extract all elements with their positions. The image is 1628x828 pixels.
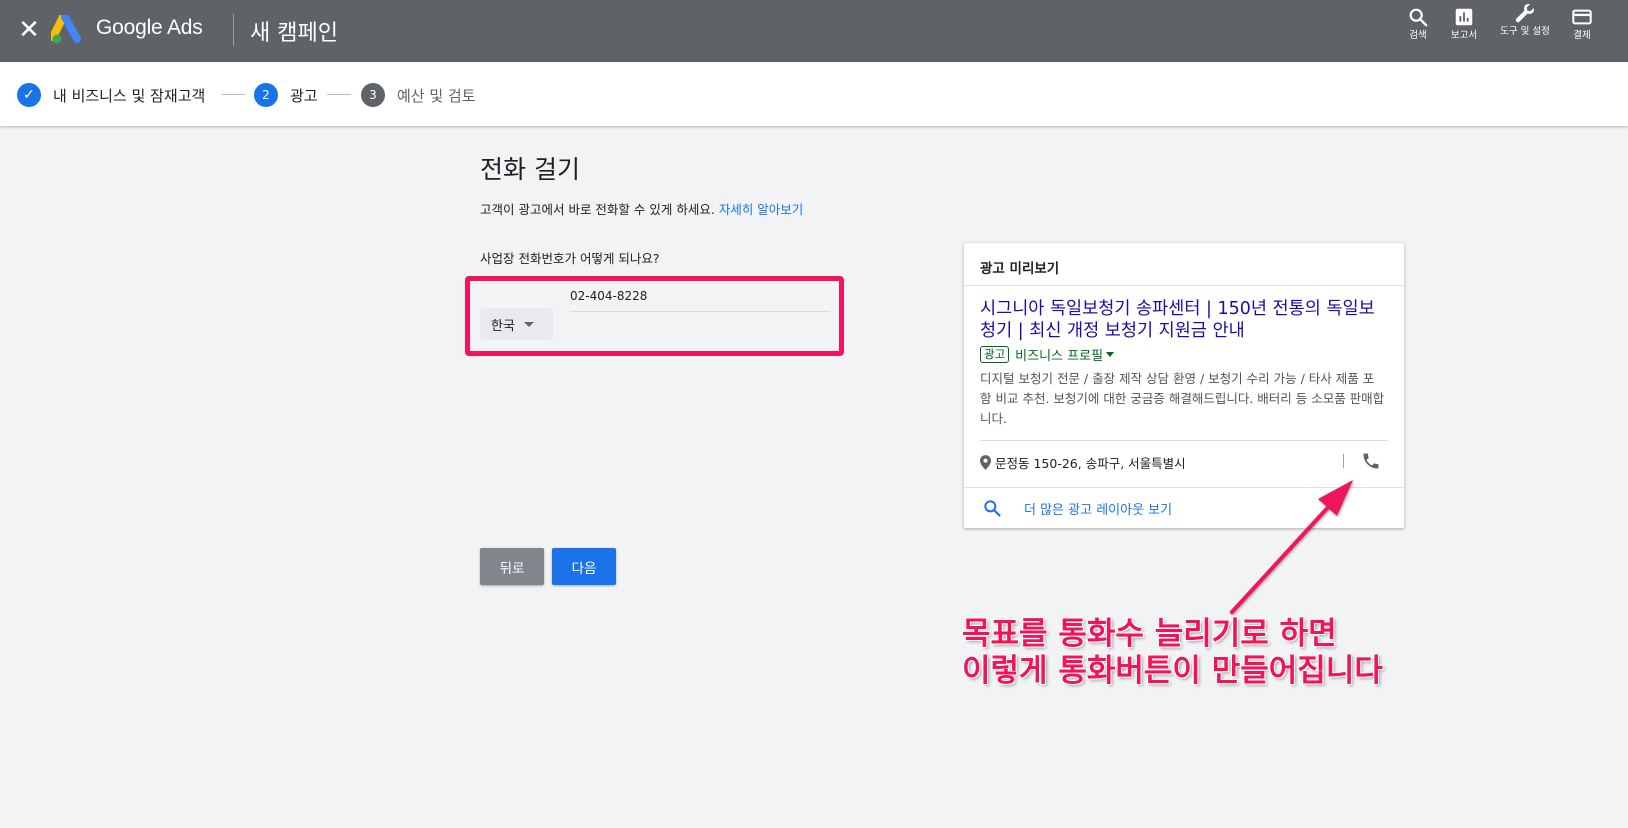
more-ad-layouts-label: 더 많은 광고 레이아웃 보기 bbox=[1024, 502, 1173, 518]
campaign-stepper: ✓ 내 비즈니스 및 잠재고객 2 광고 3 예산 및 검토 bbox=[0, 62, 1628, 126]
ad-badge: 광고 bbox=[980, 346, 1010, 363]
caret-down-icon bbox=[1106, 352, 1115, 357]
country-select[interactable]: 한국 bbox=[480, 308, 553, 340]
tools-settings-label: 도구 및 설정 bbox=[1500, 26, 1550, 37]
section-description: 고객이 광고에서 바로 전화할 수 있게 하세요. 자세히 알아보기 bbox=[480, 199, 803, 218]
annotation-line-2: 이렇게 통화버튼이 만들어집니다 bbox=[962, 653, 1383, 689]
back-button[interactable]: 뒤로 bbox=[480, 548, 544, 585]
step-connector bbox=[327, 94, 351, 95]
caret-down-icon bbox=[523, 321, 534, 327]
top-app-bar: ✕ Google Ads 새 캠페인 검색 보고서 도구 및 설정 결제 bbox=[0, 0, 1628, 62]
search-icon bbox=[1409, 8, 1428, 27]
description-text: 고객이 광고에서 바로 전화할 수 있게 하세요. bbox=[480, 202, 715, 217]
brand-name: Google Ads bbox=[96, 16, 203, 39]
step-label: 예산 및 검토 bbox=[397, 86, 476, 105]
reports-tool-label: 보고서 bbox=[1450, 30, 1478, 41]
ad-location-extension[interactable]: 문정동 150-26, 송파구, 서울특별시 bbox=[980, 453, 1186, 472]
step-label: 내 비즈니스 및 잠재고객 bbox=[53, 86, 206, 105]
tools-settings-button[interactable]: 도구 및 설정 bbox=[1496, 2, 1554, 37]
bar-chart-icon bbox=[1455, 8, 1473, 26]
close-button[interactable]: ✕ bbox=[14, 13, 44, 47]
wrench-icon bbox=[1515, 4, 1534, 23]
ad-description: 디지털 보청기 전문 / 출장 제작 상담 환영 / 보청기 수리 가능 / 타… bbox=[980, 371, 1385, 426]
step-completed-check-icon: ✓ bbox=[17, 83, 41, 107]
step-connector bbox=[221, 94, 245, 95]
reports-tool-button[interactable]: 보고서 bbox=[1434, 6, 1494, 41]
phone-number-input[interactable] bbox=[570, 286, 830, 312]
billing-tool-label: 결제 bbox=[1573, 30, 1591, 41]
ad-display-url[interactable]: 비즈니스 프로필 bbox=[1015, 345, 1103, 364]
step-number: 2 bbox=[254, 83, 278, 107]
billing-tool-button[interactable]: 결제 bbox=[1552, 6, 1612, 41]
annotation-line-1: 목표를 통화수 늘리기로 하면 bbox=[962, 616, 1337, 652]
google-ads-logo bbox=[51, 15, 81, 44]
page-title: 새 캠페인 bbox=[250, 21, 338, 46]
divider bbox=[1343, 454, 1344, 468]
country-select-value: 한국 bbox=[491, 318, 515, 334]
location-pin-icon bbox=[980, 455, 991, 470]
ad-meta-row: 광고 비즈니스 프로필 bbox=[980, 345, 1115, 364]
divider bbox=[980, 440, 1388, 441]
step-business-audience[interactable]: ✓ 내 비즈니스 및 잠재고객 bbox=[17, 82, 205, 108]
ad-preview-heading: 광고 미리보기 bbox=[980, 261, 1060, 277]
header-divider bbox=[233, 14, 234, 46]
more-ad-layouts-link[interactable]: 더 많은 광고 레이아웃 보기 bbox=[964, 488, 1404, 528]
step-ads[interactable]: 2 광고 bbox=[254, 82, 318, 108]
annotation-text: 목표를 통화수 늘리기로 하면 이렇게 통화버튼이 만들어집니다 bbox=[962, 616, 1383, 690]
ad-location-text: 문정동 150-26, 송파구, 서울특별시 bbox=[995, 456, 1186, 471]
phone-question-label: 사업장 전화번호가 어떻게 되나요? bbox=[480, 251, 660, 266]
divider bbox=[964, 285, 1404, 286]
ad-headline-link[interactable]: 시그니아 독일보청기 송파센터 | 150년 전통의 독일보청기 | 최신 개정… bbox=[980, 298, 1380, 342]
step-budget-review[interactable]: 3 예산 및 검토 bbox=[361, 82, 476, 108]
ad-preview-card: 광고 미리보기 시그니아 독일보청기 송파센터 | 150년 전통의 독일보청기… bbox=[964, 243, 1404, 528]
search-icon bbox=[984, 500, 1001, 517]
phone-call-icon[interactable] bbox=[1361, 451, 1381, 471]
step-number: 3 bbox=[361, 83, 385, 107]
section-title: 전화 걸기 bbox=[480, 155, 580, 184]
next-button[interactable]: 다음 bbox=[552, 548, 616, 585]
credit-card-icon bbox=[1572, 9, 1592, 25]
learn-more-link[interactable]: 자세히 알아보기 bbox=[719, 202, 803, 217]
step-label: 광고 bbox=[290, 86, 318, 105]
